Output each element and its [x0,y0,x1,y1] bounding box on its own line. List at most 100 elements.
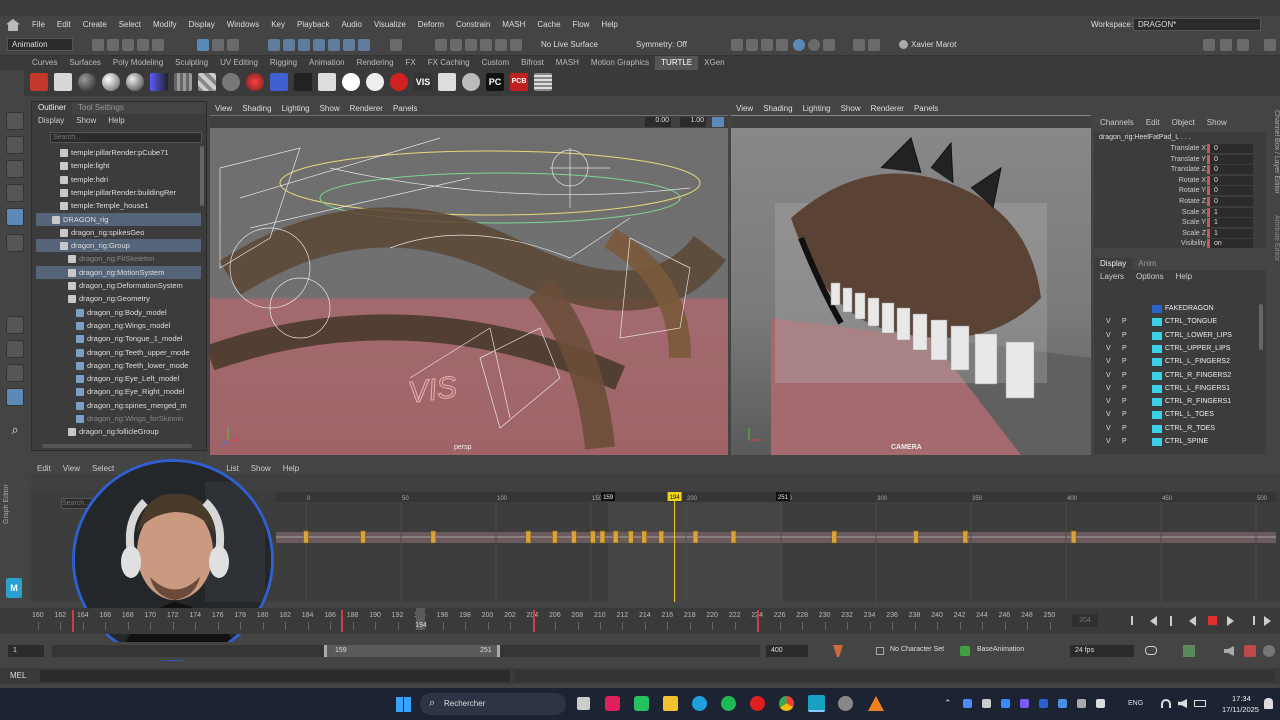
menu-deform[interactable]: Deform [412,16,450,34]
outliner-item[interactable]: dragon_rig:Geometry [36,292,201,305]
sphere-shader-icon[interactable] [126,73,144,91]
symmetry-label[interactable]: Symmetry: Off [636,40,687,49]
ellipse-icon[interactable] [366,73,384,91]
outliner-item[interactable]: dragon_rig:MotionSystem [36,265,201,279]
graph-menu-show[interactable]: Show [245,463,277,475]
arnold-settings-icon[interactable] [823,39,835,51]
tray-app-icon-2[interactable] [982,699,991,708]
channels-menu-show[interactable]: Show [1201,117,1233,129]
layer-playback-toggle[interactable]: P [1122,355,1127,368]
range-slider-track[interactable]: 159 251 [52,645,760,657]
shelf-tab-custom[interactable]: Custom [476,56,516,70]
graph-menu-help[interactable]: Help [277,463,305,475]
shelf-tab-rigging[interactable]: Rigging [264,56,303,70]
outliner-menu-help[interactable]: Help [102,115,130,127]
channel-row[interactable]: Translate Z0 [1094,165,1266,176]
channel-value[interactable]: 1 [1207,218,1253,228]
select-object-icon[interactable] [212,39,224,51]
pc-icon[interactable]: PC [486,73,504,91]
ipr-render-icon[interactable] [495,39,507,51]
dope-sheet-area[interactable]: 050100150200250300350400450500 159194251 [276,492,1276,602]
render-sphere-dark-icon[interactable] [294,73,312,91]
shelf-tab-mash[interactable]: MASH [550,56,585,70]
vlc-icon[interactable] [868,696,884,711]
ipr-icon[interactable] [793,39,805,51]
pause-icon[interactable] [853,39,865,51]
outliner-item[interactable]: dragon_rig:FitSkeleton [36,252,201,265]
render-icon[interactable] [358,39,370,51]
display-layer-row[interactable]: V P CTRL_L_FINGERS1 [1100,382,1250,395]
graph-menu-select[interactable]: Select [86,463,120,475]
display-layer-row[interactable]: FAKEDRAGON [1100,302,1250,315]
wifi-icon[interactable] [1161,699,1171,708]
lock-icon[interactable] [390,39,402,51]
settings-icon[interactable] [1263,645,1275,657]
outliner-search-input[interactable] [50,132,202,143]
prefs-icon[interactable] [1244,645,1256,657]
menu-constrain[interactable]: Constrain [450,16,496,34]
tray-app-icon-8[interactable] [1096,699,1105,708]
channel-value[interactable]: 0 [1207,165,1253,175]
bake-icon[interactable] [54,73,72,91]
channel-row[interactable]: Rotate Y0 [1094,186,1266,197]
keyframe-marker[interactable] [590,530,596,544]
go-to-start-icon[interactable] [1131,616,1141,625]
channel-value[interactable]: 0 [1207,175,1253,185]
display-layer-row[interactable]: V P CTRL_TONGUE [1100,315,1250,328]
layers-menu-layers[interactable]: Layers [1094,271,1130,283]
play-forwards-icon[interactable] [1227,616,1234,626]
menu-select[interactable]: Select [113,16,147,34]
vp2-menu-panels[interactable]: Panels [909,103,943,115]
texture-icon[interactable] [150,73,168,91]
save-scene-icon[interactable] [122,39,134,51]
menu-mash[interactable]: MASH [496,16,531,34]
channel-box-side-tab[interactable]: Channel Box / Layer Editor [1266,110,1280,220]
start-menu-icon[interactable] [396,697,411,712]
open-scene-icon[interactable] [107,39,119,51]
render-frame-icon[interactable] [480,39,492,51]
time-slider-key[interactable] [341,610,344,632]
keyframe-marker[interactable] [612,530,619,544]
menu-edit[interactable]: Edit [51,16,77,34]
step-back-key-icon[interactable] [1150,616,1157,626]
vp1-menu-renderer[interactable]: Renderer [345,103,388,115]
outliner-menu-show[interactable]: Show [70,115,102,127]
menu-audio[interactable]: Audio [335,16,367,34]
layer-color-swatch[interactable] [1152,331,1162,340]
clock-date[interactable]: 17/11/2025 [1222,705,1259,714]
outliner-menu-display[interactable]: Display [32,115,70,127]
channels-menu-channels[interactable]: Channels [1094,117,1140,129]
tab-tool-settings[interactable]: Tool Settings [72,102,130,114]
character-controls-icon[interactable] [1220,39,1232,51]
layer-visibility-toggle[interactable]: V [1106,422,1111,435]
channel-value[interactable]: 0 [1207,154,1253,164]
outliner-item[interactable]: dragon_rig:spikesGeo [36,226,201,239]
lasso-tool-icon[interactable] [6,136,24,154]
menu-windows[interactable]: Windows [221,16,265,34]
vp2-menu-view[interactable]: View [731,103,758,115]
redo-icon[interactable] [152,39,164,51]
channel-value[interactable]: 0 [1207,186,1253,196]
tab-display-layers[interactable]: Display [1094,258,1133,270]
layers-menu-options[interactable]: Options [1130,271,1170,283]
keyframe-marker[interactable] [692,530,699,544]
layer-playback-toggle[interactable]: P [1122,329,1127,342]
whatsapp-icon[interactable] [634,696,649,711]
layer-playback-toggle[interactable]: P [1122,408,1127,421]
render-view-icon[interactable] [465,39,477,51]
menu-visualize[interactable]: Visualize [368,16,412,34]
graph-menu-view[interactable]: View [57,463,86,475]
channel-row[interactable]: Rotate Z0 [1094,197,1266,208]
keyframe-marker[interactable] [525,530,532,544]
channel-row[interactable]: Translate Y0 [1094,154,1266,166]
shelf-tab-curves[interactable]: Curves [26,56,63,70]
vp1-menu-show[interactable]: Show [315,103,345,115]
outliner-item[interactable]: dragon_rig:Tongue_1_model [36,332,201,345]
display-layer-row[interactable]: V P CTRL_L_TOES [1100,408,1250,421]
language-indicator[interactable]: ENG [1128,700,1143,707]
layer-playback-toggle[interactable]: P [1122,342,1127,355]
clock-time[interactable]: 17:34 [1232,694,1251,703]
arrow-icon[interactable] [438,73,456,91]
keyframe-marker[interactable] [962,530,969,544]
channel-value[interactable]: on [1207,239,1253,249]
